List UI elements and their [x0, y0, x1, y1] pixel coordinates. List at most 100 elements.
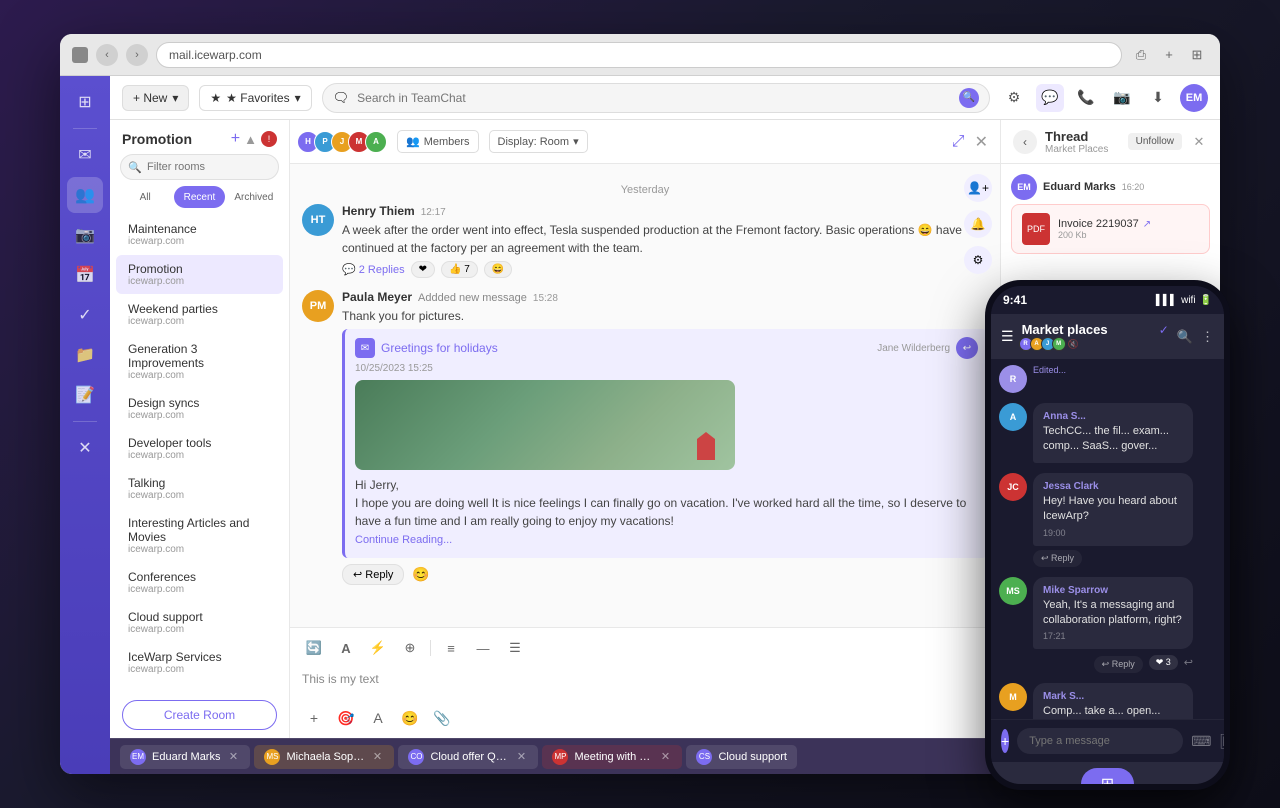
mail-btn[interactable]: ✉ [67, 137, 103, 173]
room-item-maintenance[interactable]: Maintenance icewarp.com [116, 215, 283, 254]
thread-close-btn[interactable]: ✕ [1190, 133, 1208, 151]
tab-archived[interactable]: Archived [229, 186, 279, 208]
phone-keyboard-btn[interactable]: ⌨ [1191, 733, 1211, 750]
download-icon-btn[interactable]: ⬇ [1144, 84, 1172, 112]
unfollow-btn[interactable]: Unfollow [1128, 133, 1182, 150]
room-item-promotion[interactable]: Promotion icewarp.com [116, 255, 283, 294]
new-button[interactable]: + New ▾ [122, 85, 189, 111]
mark-text: Comp... take a... open... fundi... Macqu… [1043, 704, 1183, 719]
members-btn[interactable]: 👥 Members [397, 130, 479, 153]
mike-react-btn[interactable]: ↩ [1184, 656, 1193, 669]
add-member-icon-btn[interactable]: 👤+ [964, 174, 992, 202]
notes-btn[interactable]: 📝 [67, 377, 103, 413]
room-item-design[interactable]: Design syncs icewarp.com [116, 389, 283, 428]
room-item-talking[interactable]: Talking icewarp.com [116, 469, 283, 508]
phone-compose-plus[interactable]: + [1001, 729, 1009, 753]
browser-back-btn[interactable]: ‹ [96, 44, 118, 66]
favorites-button[interactable]: ★ ★ Favorites ▾ [199, 85, 311, 111]
compose-tool-list[interactable]: ≡ [439, 636, 463, 660]
rooms-filter-input[interactable] [120, 154, 279, 180]
phone-apps-btn[interactable]: ⊞ [1081, 768, 1134, 790]
room-item-conferences[interactable]: Conferences icewarp.com [116, 563, 283, 602]
compose-emoji-btn[interactable]: 🎯 [334, 706, 358, 730]
grid-view-btn[interactable]: ⊞ [1186, 44, 1208, 66]
room-item-cloud-support[interactable]: Cloud support icewarp.com [116, 603, 283, 642]
video-btn[interactable]: 📷 [67, 217, 103, 253]
phone-icon-btn[interactable]: 📞 [1072, 84, 1100, 112]
phone-image-btn[interactable]: 🖼 [1219, 733, 1230, 750]
phone-menu-btn[interactable]: ☰ [1001, 328, 1014, 345]
room-item-articles[interactable]: Interesting Articles and Movies icewarp.… [116, 509, 283, 562]
taskbar-item-cloud-offer[interactable]: CO Cloud offer Q4/2023 ✕ [398, 745, 538, 769]
phone-compose-input[interactable] [1017, 728, 1183, 754]
compose-tool-lightning[interactable]: ⚡ [366, 636, 390, 660]
compose-tool-text[interactable]: A [334, 636, 358, 660]
invoice-link[interactable]: ↗ [1143, 219, 1151, 230]
share-btn[interactable]: ⎙ [1130, 44, 1152, 66]
add-room-btn[interactable]: + [231, 130, 240, 148]
grid-menu-btn[interactable]: ⊞ [67, 84, 103, 120]
henry-time: 12:17 [421, 207, 446, 218]
close-btn[interactable]: ✕ [67, 430, 103, 466]
mike-heart-reaction[interactable]: ❤ 3 [1149, 655, 1178, 670]
mike-reply-btn-1[interactable]: ↩ Reply [1094, 656, 1143, 673]
chat-icon-btn[interactable]: 💬 [1036, 84, 1064, 112]
compose-tool-rotate[interactable]: 🔄 [302, 636, 326, 660]
compose-toolbar: 🔄 A ⚡ ⊕ ≡ — ☰ [302, 636, 988, 666]
taskbar-edward-close[interactable]: ✕ [226, 750, 240, 764]
files-btn[interactable]: 📁 [67, 337, 103, 373]
taskbar-item-meeting[interactable]: MP Meeting with Paula ✕ [542, 745, 682, 769]
compose-text-btn[interactable]: A [366, 706, 390, 730]
settings-icon-btn[interactable]: ⚙ [1000, 84, 1028, 112]
create-room-btn[interactable]: Create Room [122, 700, 277, 730]
calendar-btn[interactable]: 📅 [67, 257, 103, 293]
taskbar-michaela-close[interactable]: ✕ [370, 750, 384, 764]
camera-icon-btn[interactable]: 📷 [1108, 84, 1136, 112]
emoji-react-btn[interactable]: 😊 [412, 566, 429, 583]
search-bar[interactable]: 🗨 🔍 [322, 83, 990, 113]
room-settings-icon-btn[interactable]: ⚙ [964, 246, 992, 274]
taskbar-meeting-close[interactable]: ✕ [658, 750, 672, 764]
room-item-gen3[interactable]: Generation 3 Improvements icewarp.com [116, 335, 283, 388]
chat-btn[interactable]: 👥 [67, 177, 103, 213]
thumbs-reaction[interactable]: 👍 7 [441, 261, 478, 278]
tab-all[interactable]: All [120, 186, 170, 208]
taskbar-item-michaela[interactable]: MS Michaela Sopprani ✕ [254, 745, 394, 769]
search-input[interactable] [357, 91, 951, 105]
tab-recent[interactable]: Recent [174, 186, 224, 208]
collapse-rooms-btn[interactable]: ▲ [244, 132, 257, 147]
compose-tool-lines[interactable]: ☰ [503, 636, 527, 660]
taskbar-item-cloud-support[interactable]: CS Cloud support [686, 745, 797, 769]
compose-attachment-btn[interactable]: 📎 [430, 706, 454, 730]
reply-btn[interactable]: ↩ Reply [342, 564, 404, 585]
phone-more-btn[interactable]: ⋮ [1201, 329, 1214, 345]
notification-icon-btn[interactable]: 🔔 [964, 210, 992, 238]
jessa-reply-btn-1[interactable]: ↩ Reply [1033, 550, 1082, 567]
room-item-devtools[interactable]: Developer tools icewarp.com [116, 429, 283, 468]
display-room-btn[interactable]: Display: Room ▾ [489, 130, 588, 153]
search-submit-btn[interactable]: 🔍 [959, 88, 979, 108]
expand-chat-btn[interactable]: ⤢ [952, 133, 965, 151]
browser-forward-btn[interactable]: › [126, 44, 148, 66]
compose-plus-btn[interactable]: + [302, 706, 326, 730]
smile-reaction[interactable]: 😄 [484, 261, 512, 278]
thread-back-btn[interactable]: ‹ [1013, 130, 1037, 154]
close-chat-btn[interactable]: ✕ [975, 132, 988, 152]
taskbar-cloud-offer-close[interactable]: ✕ [514, 750, 528, 764]
replies-btn[interactable]: 💬 2 Replies [342, 261, 405, 278]
room-item-icewarp-services[interactable]: IceWarp Services icewarp.com [116, 643, 283, 682]
room-item-animals[interactable]: Animals icewarp.com [116, 683, 283, 692]
continue-reading-btn[interactable]: Continue Reading... [355, 530, 452, 550]
tasks-btn[interactable]: ✓ [67, 297, 103, 333]
signal-icon: ▌▌▌ [1156, 295, 1177, 306]
compose-emoticon-btn[interactable]: 😊 [398, 706, 422, 730]
compose-tool-dash[interactable]: — [471, 636, 495, 660]
phone-search-btn[interactable]: 🔍 [1177, 329, 1193, 345]
compose-tool-merge[interactable]: ⊕ [398, 636, 422, 660]
taskbar-item-edward[interactable]: EM Eduard Marks ✕ [120, 745, 250, 769]
compose-text-area[interactable]: This is my text [302, 666, 988, 702]
room-item-weekend[interactable]: Weekend parties icewarp.com [116, 295, 283, 334]
heart-reaction[interactable]: ❤ [411, 261, 435, 278]
user-avatar[interactable]: EM [1180, 84, 1208, 112]
new-tab-btn[interactable]: + [1158, 44, 1180, 66]
